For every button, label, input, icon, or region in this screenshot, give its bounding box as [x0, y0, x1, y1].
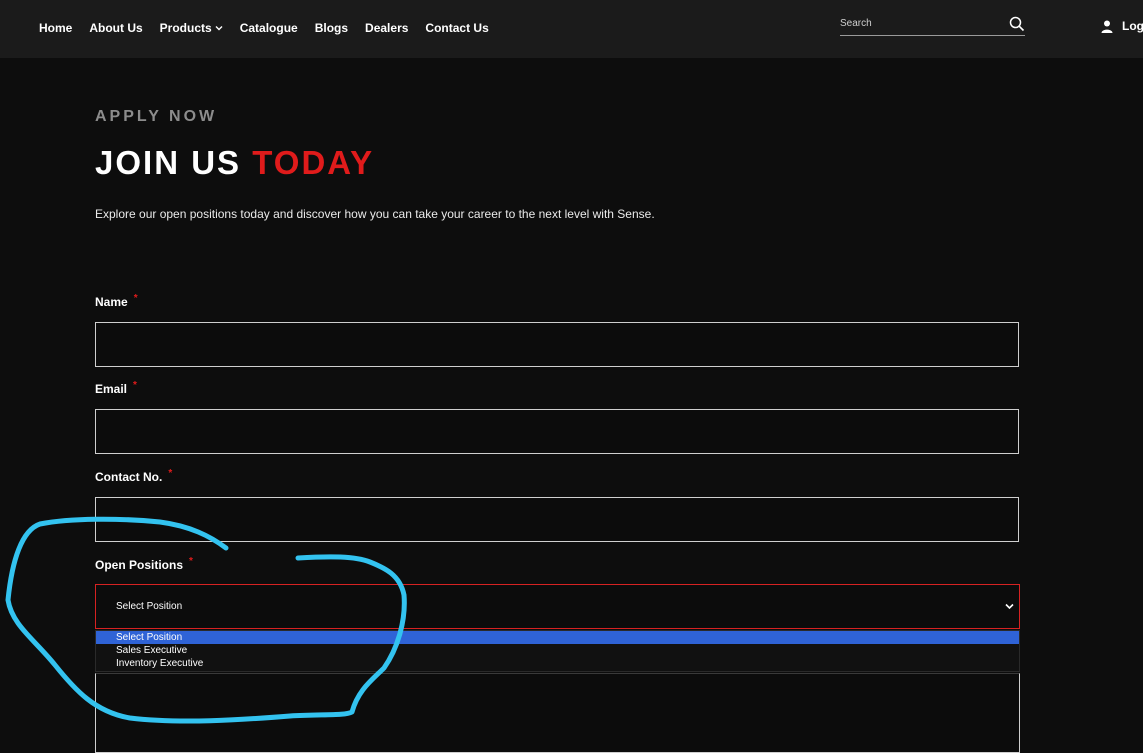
nav-item-dealers[interactable]: Dealers: [365, 21, 408, 35]
chevron-down-icon: [1005, 603, 1014, 610]
email-field[interactable]: [96, 410, 1018, 453]
name-label-text: Name: [95, 295, 128, 309]
message-textarea[interactable]: [95, 673, 1020, 753]
option-select-position[interactable]: Select Position: [96, 631, 1019, 644]
email-label-text: Email: [95, 382, 128, 396]
required-asterisk: *: [168, 468, 173, 479]
intro-text: Explore our open positions today and dis…: [95, 207, 655, 221]
required-asterisk: *: [133, 380, 137, 391]
nav-item-about-us[interactable]: About Us: [89, 21, 142, 35]
top-navbar: Home About Us Products Catalogue Blogs D…: [0, 0, 1143, 58]
nav-item-products[interactable]: Products: [160, 21, 223, 35]
required-asterisk: *: [189, 556, 193, 567]
nav-item-home[interactable]: Home: [39, 21, 72, 35]
contact-label: Contact No. *: [95, 468, 173, 484]
search-bar: [840, 14, 1025, 36]
page-title: JOIN US TODAY: [95, 143, 374, 183]
contact-field-box: [95, 497, 1019, 542]
name-field[interactable]: [96, 323, 1018, 366]
option-sales-executive[interactable]: Sales Executive: [96, 644, 1019, 657]
required-asterisk: *: [133, 293, 138, 304]
name-field-box: [95, 322, 1019, 367]
open-positions-select[interactable]: Select Position: [95, 584, 1020, 629]
page-title-main: JOIN US: [95, 144, 242, 181]
nav-item-products-label: Products: [159, 21, 212, 35]
nav-item-catalogue[interactable]: Catalogue: [240, 21, 298, 35]
search-icon[interactable]: [1009, 16, 1025, 32]
positions-dropdown-list: Select Position Sales Executive Inventor…: [95, 630, 1020, 672]
email-field-box: [95, 409, 1019, 454]
user-icon: [1101, 20, 1113, 33]
open-positions-label: Open Positions *: [95, 556, 193, 572]
nav-item-contact-us[interactable]: Contact Us: [425, 21, 488, 35]
login-label: Log: [1122, 19, 1143, 33]
contact-number-field[interactable]: [96, 498, 1018, 541]
login-link[interactable]: Log: [1101, 19, 1143, 33]
nav-item-blogs[interactable]: Blogs: [315, 21, 348, 35]
chevron-down-icon: [215, 26, 223, 31]
page-title-accent: TODAY: [252, 144, 375, 181]
search-input[interactable]: [840, 14, 1000, 32]
nav-menu: Home About Us Products Catalogue Blogs D…: [39, 0, 506, 56]
name-label: Name *: [95, 293, 138, 309]
contact-label-text: Contact No.: [95, 470, 163, 484]
email-label: Email *: [95, 380, 137, 396]
apply-now-eyebrow: APPLY NOW: [95, 108, 218, 125]
select-value: Select Position: [116, 601, 183, 612]
open-positions-label-text: Open Positions: [95, 558, 184, 572]
option-inventory-executive[interactable]: Inventory Executive: [96, 657, 1019, 670]
